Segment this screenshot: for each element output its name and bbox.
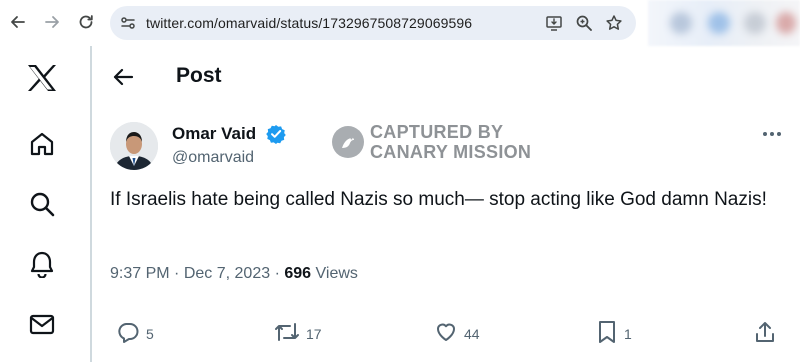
reply-button[interactable]: 5 — [116, 318, 154, 350]
like-button[interactable]: 44 — [434, 318, 480, 350]
tweet-text: If Israelis hate being called Nazis so m… — [110, 189, 767, 210]
canary-bird-icon — [332, 126, 364, 158]
forward-arrow-icon[interactable] — [40, 10, 64, 34]
author-handle[interactable]: @omarvaid — [172, 149, 254, 167]
meta-separator: · — [174, 265, 180, 282]
tweet-time[interactable]: 9:37 PM — [110, 265, 170, 282]
tweet-actions-bar: 5 17 44 1 — [110, 318, 790, 350]
canary-mission-watermark: CAPTURED BY CANARY MISSION — [330, 122, 550, 166]
bookmark-count: 1 — [624, 326, 632, 342]
views-count: 696 — [284, 265, 312, 282]
bookmark-star-icon[interactable] — [604, 13, 624, 33]
bookmark-button[interactable]: 1 — [596, 318, 632, 350]
more-options-icon[interactable] — [760, 124, 784, 144]
back-arrow-icon[interactable] — [110, 64, 136, 90]
url-text[interactable]: twitter.com/omarvaid/status/173296750872… — [146, 15, 472, 31]
verified-badge-icon — [266, 124, 286, 144]
heart-icon — [434, 320, 458, 349]
repost-button[interactable]: 17 — [274, 318, 322, 350]
x-logo-icon[interactable] — [22, 58, 62, 98]
install-app-icon[interactable] — [544, 13, 564, 33]
column-divider — [90, 46, 92, 362]
site-info-icon[interactable] — [118, 13, 138, 33]
tweet-metadata: 9:37 PM · Dec 7, 2023 · 696 Views — [110, 265, 358, 283]
browser-toolbar: twitter.com/omarvaid/status/173296750872… — [0, 0, 800, 46]
address-bar[interactable]: twitter.com/omarvaid/status/173296750872… — [110, 6, 636, 40]
share-icon — [754, 320, 776, 349]
watermark-line2: CANARY MISSION — [370, 142, 532, 162]
meta-separator: · — [274, 265, 280, 282]
repost-count: 17 — [306, 326, 322, 342]
tweet-date[interactable]: Dec 7, 2023 — [184, 265, 270, 282]
bookmark-icon — [596, 320, 618, 349]
repost-icon — [274, 320, 300, 349]
home-icon[interactable] — [22, 124, 62, 164]
author-name[interactable]: Omar Vaid — [172, 124, 256, 144]
back-arrow-icon[interactable] — [6, 10, 30, 34]
reload-icon[interactable] — [74, 10, 98, 34]
watermark-line1: CAPTURED BY — [370, 122, 504, 142]
page-title: Post — [176, 64, 222, 87]
share-button[interactable] — [754, 318, 776, 350]
zoom-icon[interactable] — [574, 13, 594, 33]
search-icon[interactable] — [22, 184, 62, 224]
views-label: Views — [315, 265, 358, 282]
avatar[interactable] — [110, 122, 158, 170]
reply-count: 5 — [146, 326, 154, 342]
messages-envelope-icon[interactable] — [22, 304, 62, 344]
like-count: 44 — [464, 326, 480, 342]
notifications-bell-icon[interactable] — [22, 244, 62, 284]
left-sidebar — [0, 46, 88, 362]
reply-icon — [116, 320, 140, 349]
blurred-extensions-area — [648, 0, 800, 46]
